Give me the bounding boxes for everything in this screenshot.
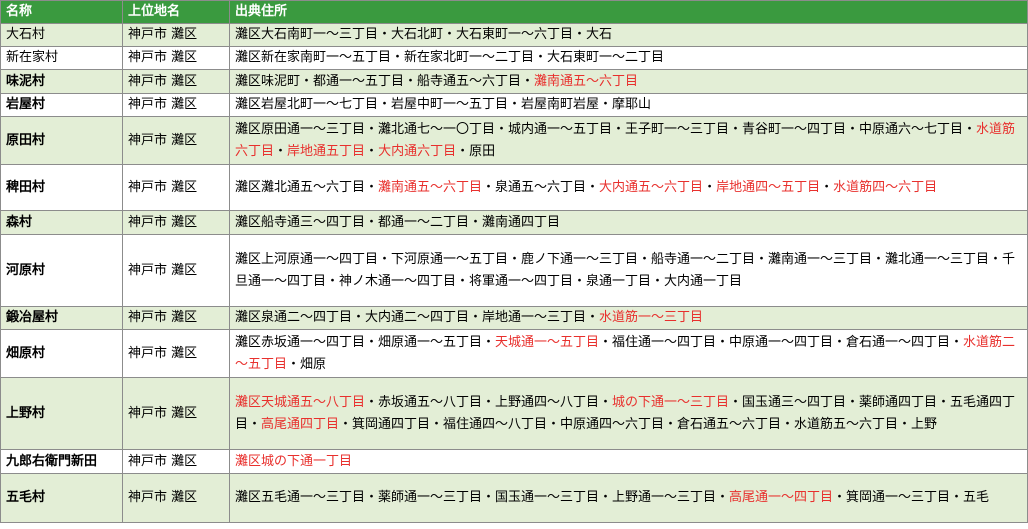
address-segment-highlight: 水道筋四～六丁目	[833, 179, 938, 195]
address-segment-highlight: 灘南通五～六丁目	[378, 179, 483, 195]
village-table: 名称 上位地名 出典住所 大石村 神戸市 灘区 灘区大石南町一～三丁目・大石北町・大…	[0, 0, 1028, 523]
parent-place: 神戸市 灘区	[122, 449, 230, 474]
village-name: 新在家村	[0, 46, 123, 70]
parent-place: 神戸市 灘区	[122, 93, 230, 117]
address-segment-highlight: 岸地通四～五丁目	[716, 179, 821, 195]
address-segment-highlight: 大内通五～六丁目	[599, 179, 704, 195]
village-name: 大石村	[0, 23, 123, 47]
source-address: 灘区城の下通一丁目	[229, 449, 1028, 474]
village-name: 森村	[0, 210, 123, 235]
parent-place: 神戸市 灘区	[122, 164, 230, 211]
address-segment-highlight: 高尾通一～四丁目	[729, 490, 834, 505]
village-name: 畑原村	[0, 329, 123, 378]
address-segment: ・泉通五～六丁目・	[482, 179, 600, 195]
header-parent: 上位地名	[122, 0, 230, 24]
table-row: 鍛冶屋村 神戸市 灘区 灘区泉通二～四丁目・大内通二～四丁目・岸地通一～三丁目・水道…	[0, 306, 1028, 330]
village-name: 原田村	[0, 116, 123, 165]
address-segment: 灘区灘北通五～六丁目・	[235, 179, 379, 195]
source-address: 灘区上河原通一～四丁目・下河原通一～五丁目・鹿ノ下通一～三丁目・船寺通一～二丁目…	[229, 234, 1028, 307]
table-row: 岩屋村 神戸市 灘区 灘区岩屋北町一～七丁目・岩屋中町一～五丁目・岩屋南町岩屋・摩耶…	[0, 93, 1028, 117]
address-segment: 灘区船寺通三～四丁目・都通一～二丁目・灘南通四丁目	[235, 214, 561, 230]
village-name: 味泥村	[0, 69, 123, 94]
village-name: 稗田村	[0, 164, 123, 211]
table-row: 味泥村 神戸市 灘区 灘区味泥町・都通一～五丁目・船寺通五～六丁目・灘南通五～六丁目	[0, 69, 1028, 94]
address-segment: ・	[274, 143, 288, 159]
source-address: 灘区五毛通一～三丁目・薬師通一～三丁目・国玉通一～三丁目・上野通一～三丁目・高尾…	[229, 473, 1028, 523]
table-row: 上野村 神戸市 灘区 灘区天城通五～八丁目・赤坂通五～八丁目・上野通四～八丁目・城の…	[0, 377, 1028, 450]
address-segment-highlight: 灘区城の下通一丁目	[235, 453, 353, 469]
address-segment: ・畑原	[287, 356, 327, 372]
address-segment: 灘区大石南町一～三丁目・大石北町・大石東町一～六丁目・大石	[235, 27, 613, 42]
parent-place: 神戸市 灘区	[122, 23, 230, 47]
parent-place: 神戸市 灘区	[122, 329, 230, 378]
header-row: 名称 上位地名 出典住所	[0, 0, 1028, 24]
source-address: 灘区赤坂通一～四丁目・畑原通一～五丁目・天城通一～五丁目・福住通一～四丁目・中原…	[229, 329, 1028, 378]
header-name: 名称	[0, 0, 123, 24]
address-segment: ・福住通一～四丁目・中原通一～四丁目・倉石通一～四丁目・	[599, 334, 964, 350]
address-segment: 灘区岩屋北町一～七丁目・岩屋中町一～五丁目・岩屋南町岩屋・摩耶山	[235, 97, 652, 112]
header-source: 出典住所	[229, 0, 1028, 24]
source-address: 灘区大石南町一～三丁目・大石北町・大石東町一～六丁目・大石	[229, 23, 1028, 47]
address-segment-highlight: 灘区天城通五～八丁目	[235, 394, 366, 410]
parent-place: 神戸市 灘区	[122, 116, 230, 165]
address-segment-highlight: 岸地通五丁目	[287, 143, 366, 159]
parent-place: 神戸市 灘区	[122, 377, 230, 450]
source-address: 灘区船寺通三～四丁目・都通一～二丁目・灘南通四丁目	[229, 210, 1028, 235]
table-row: 河原村 神戸市 灘区 灘区上河原通一～四丁目・下河原通一～五丁目・鹿ノ下通一～三丁目…	[0, 234, 1028, 307]
address-segment: ・	[703, 179, 717, 195]
address-segment: 灘区味泥町・都通一～五丁目・船寺通五～六丁目・	[235, 73, 535, 89]
source-address: 灘区天城通五～八丁目・赤坂通五～八丁目・上野通四～八丁目・城の下通一～三丁目・国…	[229, 377, 1028, 450]
source-address: 灘区岩屋北町一～七丁目・岩屋中町一～五丁目・岩屋南町岩屋・摩耶山	[229, 93, 1028, 117]
address-segment: ・箕岡通四丁目・福住通四～八丁目・中原通四～六丁目・倉石通五～六丁目・水道筋五～…	[339, 416, 938, 432]
address-segment: 灘区泉通二～四丁目・大内通二～四丁目・岸地通一～三丁目・	[235, 310, 600, 325]
address-segment: 灘区上河原通一～四丁目・下河原通一～五丁目・鹿ノ下通一～三丁目・船寺通一～二丁目…	[235, 251, 1016, 289]
address-segment-highlight: 大内通六丁目	[378, 143, 457, 159]
table-row: 稗田村 神戸市 灘区 灘区灘北通五～六丁目・灘南通五～六丁目・泉通五～六丁目・大内通…	[0, 164, 1028, 211]
source-address: 灘区原田通一～三丁目・灘北通七～一〇丁目・城内通一～五丁目・王子町一～三丁目・青…	[229, 116, 1028, 165]
parent-place: 神戸市 灘区	[122, 46, 230, 70]
address-segment-highlight: 水道筋一～三丁目	[599, 310, 704, 325]
address-segment: ・	[820, 179, 834, 195]
address-segment-highlight: 城の下通一～三丁目	[612, 394, 730, 410]
table-row: 五毛村 神戸市 灘区 灘区五毛通一～三丁目・薬師通一～三丁目・国玉通一～三丁目・上野…	[0, 473, 1028, 523]
village-name: 五毛村	[0, 473, 123, 523]
source-address: 灘区味泥町・都通一～五丁目・船寺通五～六丁目・灘南通五～六丁目	[229, 69, 1028, 94]
address-segment-highlight: 高尾通四丁目	[261, 416, 340, 432]
parent-place: 神戸市 灘区	[122, 234, 230, 307]
table-body: 大石村 神戸市 灘区 灘区大石南町一～三丁目・大石北町・大石東町一～六丁目・大石 新在…	[0, 23, 1028, 523]
table-row: 新在家村 神戸市 灘区 灘区新在家南町一～五丁目・新在家北町一～二丁目・大石東町一～…	[0, 46, 1028, 70]
address-segment: 灘区五毛通一～三丁目・薬師通一～三丁目・国玉通一～三丁目・上野通一～三丁目・	[235, 490, 730, 505]
parent-place: 神戸市 灘区	[122, 473, 230, 523]
village-name: 河原村	[0, 234, 123, 307]
address-segment: 灘区赤坂通一～四丁目・畑原通一～五丁目・	[235, 334, 496, 350]
parent-place: 神戸市 灘区	[122, 69, 230, 94]
address-segment: 灘区新在家南町一～五丁目・新在家北町一～二丁目・大石東町一～二丁目	[235, 50, 665, 65]
address-segment: ・赤坂通五～八丁目・上野通四～八丁目・	[365, 394, 613, 410]
address-segment-highlight: 天城通一～五丁目	[495, 334, 600, 350]
table-row: 原田村 神戸市 灘区 灘区原田通一～三丁目・灘北通七～一〇丁目・城内通一～五丁目・王…	[0, 116, 1028, 165]
address-segment: ・箕岡通一～三丁目・五毛	[833, 490, 990, 505]
address-segment: 灘区原田通一～三丁目・灘北通七～一〇丁目・城内通一～五丁目・王子町一～三丁目・青…	[235, 121, 977, 137]
table-row: 九郎右衛門新田 神戸市 灘区 灘区城の下通一丁目	[0, 449, 1028, 474]
table-row: 畑原村 神戸市 灘区 灘区赤坂通一～四丁目・畑原通一～五丁目・天城通一～五丁目・福住…	[0, 329, 1028, 378]
address-segment-highlight: 灘南通五～六丁目	[534, 73, 639, 89]
table-row: 森村 神戸市 灘区 灘区船寺通三～四丁目・都通一～二丁目・灘南通四丁目	[0, 210, 1028, 235]
source-address: 灘区泉通二～四丁目・大内通二～四丁目・岸地通一～三丁目・水道筋一～三丁目	[229, 306, 1028, 330]
table-row: 大石村 神戸市 灘区 灘区大石南町一～三丁目・大石北町・大石東町一～六丁目・大石	[0, 23, 1028, 47]
address-segment: ・	[365, 143, 379, 159]
parent-place: 神戸市 灘区	[122, 210, 230, 235]
village-name: 鍛冶屋村	[0, 306, 123, 330]
source-address: 灘区新在家南町一～五丁目・新在家北町一～二丁目・大石東町一～二丁目	[229, 46, 1028, 70]
address-segment: ・原田	[456, 143, 496, 159]
village-name: 岩屋村	[0, 93, 123, 117]
village-name: 九郎右衛門新田	[0, 449, 123, 474]
parent-place: 神戸市 灘区	[122, 306, 230, 330]
source-address: 灘区灘北通五～六丁目・灘南通五～六丁目・泉通五～六丁目・大内通五～六丁目・岸地通…	[229, 164, 1028, 211]
village-name: 上野村	[0, 377, 123, 450]
